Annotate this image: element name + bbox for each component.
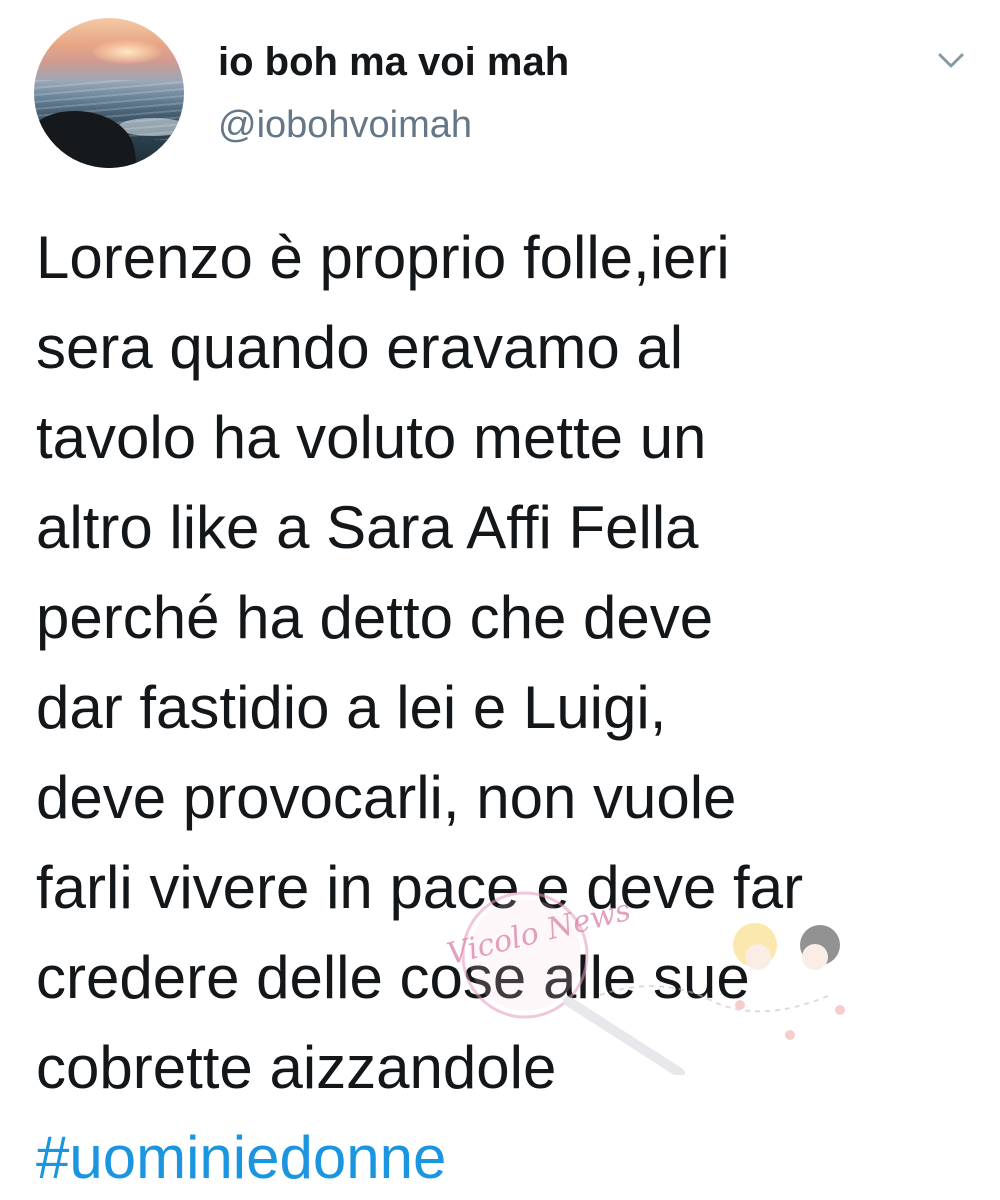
tweet-text-line: deve provocarli, non vuole [36, 764, 737, 831]
tweet-card: io boh ma voi mah @iobohvoimah Lorenzo è… [0, 0, 1000, 1200]
tweet-text-line: farli vivere in pace e deve far [36, 854, 804, 921]
tweet-hashtag-line: #uominiedonne [36, 1113, 956, 1200]
avatar[interactable] [34, 18, 184, 168]
user-handle[interactable]: @iobohvoimah [218, 104, 472, 147]
tweet-text-line: perché ha detto che deve [36, 584, 714, 651]
tweet-text-line: sera quando eravamo al [36, 314, 684, 381]
tweet-text-line: cobrette aizzandole [36, 1034, 557, 1101]
tweet-text-line: altro like a Sara Affi Fella [36, 494, 699, 561]
tweet-text-line: tavolo ha voluto mette un [36, 404, 707, 471]
tweet-text-line: Lorenzo è proprio folle,ieri [36, 224, 730, 291]
display-name[interactable]: io boh ma voi mah [218, 40, 569, 85]
tweet-text-line: dar fastidio a lei e Luigi, [36, 674, 667, 741]
chevron-down-icon[interactable] [933, 42, 969, 78]
hashtag-link[interactable]: #uominiedonne [36, 1124, 446, 1191]
avatar-sun [92, 40, 162, 64]
tweet-text: Lorenzo è proprio folle,ieri sera quando… [36, 213, 956, 1200]
